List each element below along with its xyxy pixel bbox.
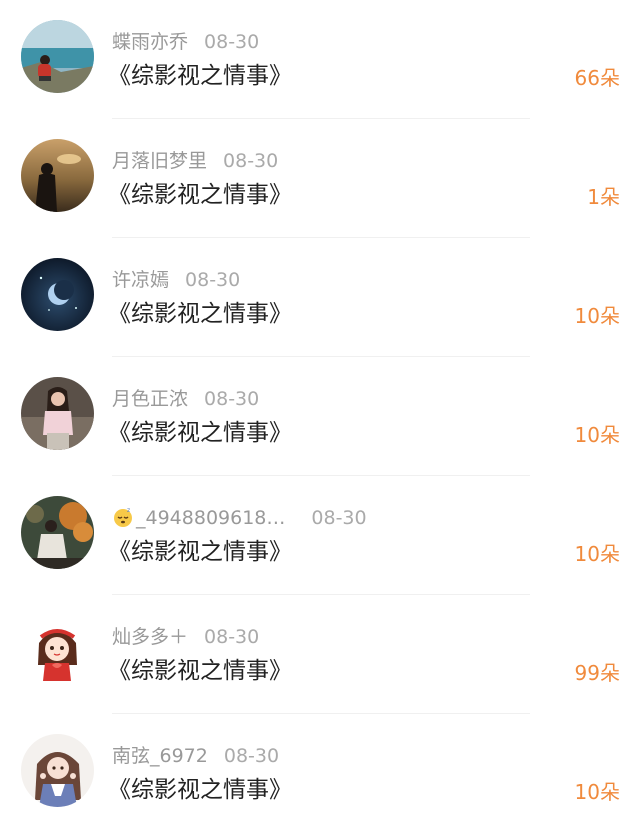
gift-amount: 66朵: [574, 66, 620, 90]
gift-amount: 10朵: [574, 780, 620, 804]
item-meta: 月落旧梦里 08-30: [112, 148, 278, 174]
lakeside-person-avatar[interactable]: [21, 20, 94, 93]
item-date: 08-30: [204, 31, 260, 53]
item-date: 08-30: [185, 269, 241, 291]
list-item[interactable]: 灿多多＋ 08-30 《综影视之情事》 99朵: [0, 595, 640, 714]
cartoon-girl-avatar[interactable]: [21, 615, 94, 688]
gift-amount: 10朵: [574, 304, 620, 328]
item-title[interactable]: 《综影视之情事》: [108, 298, 292, 330]
gift-amount: 99朵: [574, 661, 620, 685]
user-name[interactable]: 许凉嫣: [112, 269, 169, 291]
item-title[interactable]: 《综影视之情事》: [108, 774, 292, 806]
item-title[interactable]: 《综影视之情事》: [108, 179, 292, 211]
list-item[interactable]: 蝶雨亦乔 08-30 《综影视之情事》 66朵: [0, 0, 640, 119]
night-moon-avatar[interactable]: [21, 258, 94, 331]
user-name[interactable]: 蝶雨亦乔: [112, 31, 188, 53]
item-title[interactable]: 《综影视之情事》: [108, 536, 292, 568]
autumn-leaves-avatar[interactable]: [21, 496, 94, 569]
item-meta: 许凉嫣 08-30: [112, 267, 240, 293]
item-date: 08-30: [223, 150, 279, 172]
list-item[interactable]: 许凉嫣 08-30 《综影视之情事》 10朵: [0, 238, 640, 357]
user-name[interactable]: 南弦_6972: [112, 745, 208, 767]
list-item[interactable]: 南弦_6972 08-30 《综影视之情事》 10朵: [0, 714, 640, 833]
user-name[interactable]: 灿多多＋: [112, 626, 188, 648]
item-meta: 蝶雨亦乔 08-30: [112, 29, 259, 55]
list-item[interactable]: z _4948809618… 08-30 《综影视之情事》 10朵: [0, 476, 640, 595]
user-name[interactable]: 月落旧梦里: [112, 150, 207, 172]
item-meta: 灿多多＋ 08-30: [112, 624, 259, 650]
item-title[interactable]: 《综影视之情事》: [108, 655, 292, 687]
gift-amount: 10朵: [574, 542, 620, 566]
item-date: 08-30: [204, 626, 260, 648]
gift-amount: 1朵: [587, 185, 620, 209]
gift-list: 蝶雨亦乔 08-30 《综影视之情事》 66朵 月落旧梦里 08-30 《综影视…: [0, 0, 640, 838]
user-name[interactable]: 月色正浓: [112, 388, 188, 410]
item-meta: z _4948809618… 08-30: [112, 505, 367, 531]
user-name[interactable]: _4948809618…: [136, 507, 285, 529]
sleepy-face-emoji: z: [112, 506, 134, 528]
item-meta: 南弦_6972 08-30: [112, 743, 279, 769]
item-title[interactable]: 《综影视之情事》: [108, 417, 292, 449]
item-title[interactable]: 《综影视之情事》: [108, 60, 292, 92]
list-item[interactable]: 月色正浓 08-30 《综影视之情事》 10朵: [0, 357, 640, 476]
svg-text:z: z: [127, 507, 130, 514]
girl-portrait-avatar[interactable]: [21, 377, 94, 450]
list-item[interactable]: 月落旧梦里 08-30 《综影视之情事》 1朵: [0, 119, 640, 238]
item-date: 08-30: [311, 507, 367, 529]
item-date: 08-30: [204, 388, 260, 410]
gift-amount: 10朵: [574, 423, 620, 447]
item-date: 08-30: [223, 745, 280, 767]
anime-girl-avatar[interactable]: [21, 734, 94, 807]
item-meta: 月色正浓 08-30: [112, 386, 259, 412]
sunset-silhouette-avatar[interactable]: [21, 139, 94, 212]
